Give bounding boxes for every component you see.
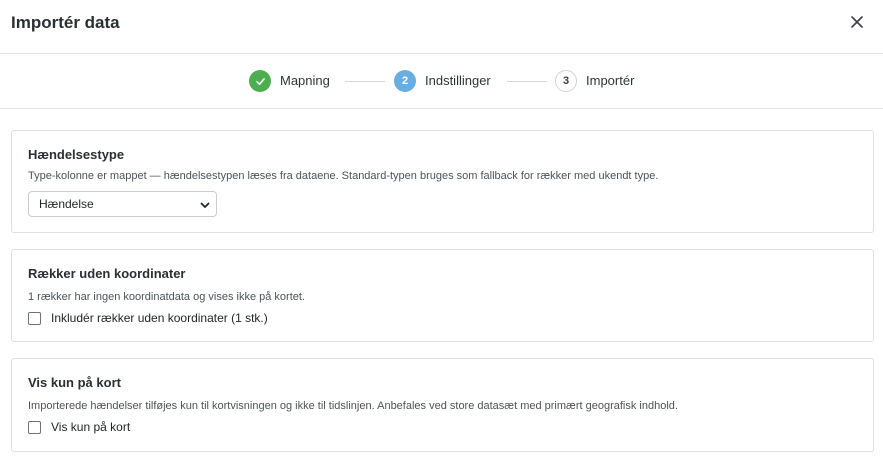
step-2-circle: 2	[394, 70, 416, 92]
map-only-checkbox-row[interactable]: Vis kun på kort	[28, 420, 130, 434]
step-import[interactable]: 3 Importér	[555, 70, 634, 92]
step-connector-2	[507, 81, 547, 82]
step-mapping[interactable]: Mapning	[249, 70, 330, 92]
import-dialog: Importér data Mapning 2 Indstillinger 3 …	[0, 0, 883, 473]
include-no-coords-checkbox-row[interactable]: Inkludér rækker uden koordinater (1 stk.…	[28, 311, 268, 325]
section-description: 1 rækker har ingen koordinatdata og vise…	[28, 291, 305, 303]
select-value: Hændelse	[39, 197, 94, 211]
step-settings[interactable]: 2 Indstillinger	[394, 70, 491, 92]
checkbox-label: Inkludér rækker uden koordinater (1 stk.…	[51, 311, 268, 325]
chevron-down-icon	[200, 202, 210, 208]
step-connector-1	[345, 81, 385, 82]
map-only-checkbox[interactable]	[28, 420, 41, 434]
dialog-title: Importér data	[11, 13, 120, 32]
no-coordinates-section: Rækker uden koordinater 1 rækker har ing…	[11, 249, 874, 342]
check-icon	[255, 77, 265, 85]
close-icon	[851, 16, 863, 28]
stepper: Mapning 2 Indstillinger 3 Importér	[0, 55, 883, 109]
section-title: Vis kun på kort	[28, 375, 121, 390]
step-1-circle	[249, 70, 271, 92]
close-button[interactable]	[845, 10, 869, 34]
step-label-import: Importér	[586, 73, 635, 88]
step-label-mapping: Mapning	[280, 73, 330, 88]
section-description: Type-kolonne er mappet — hændelsestypen …	[28, 170, 659, 182]
section-description: Importerede hændelser tilføjes kun til k…	[28, 400, 678, 412]
step-3-circle: 3	[555, 70, 577, 92]
step-label-settings: Indstillinger	[425, 73, 491, 88]
event-type-select[interactable]: Hændelse	[28, 191, 217, 217]
section-title: Rækker uden koordinater	[28, 266, 186, 281]
include-no-coords-checkbox[interactable]	[28, 311, 41, 325]
section-title: Hændelsestype	[28, 147, 125, 162]
map-only-section: Vis kun på kort Importerede hændelser ti…	[11, 358, 874, 452]
event-type-section: Hændelsestype Type-kolonne er mappet — h…	[11, 130, 874, 233]
checkbox-label: Vis kun på kort	[51, 420, 131, 434]
dialog-header: Importér data	[0, 0, 883, 54]
